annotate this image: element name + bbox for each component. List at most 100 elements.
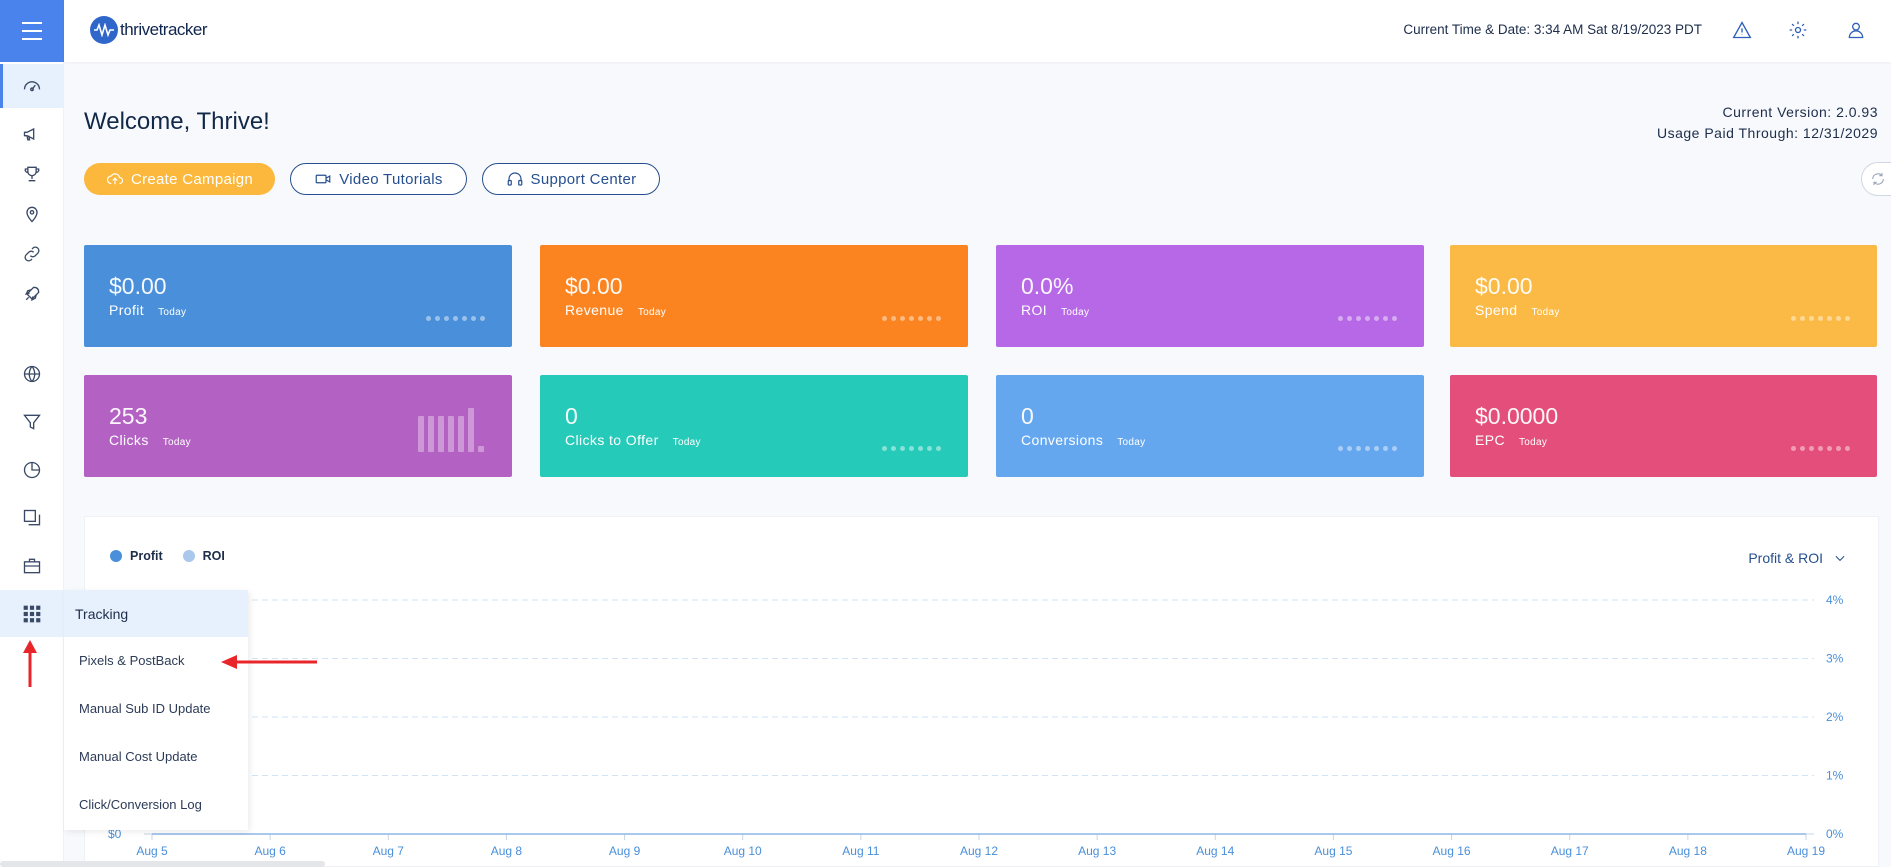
stat-period: Today (1519, 437, 1548, 448)
x-tick-label: Aug 16 (1433, 844, 1471, 858)
sidebar-item-reports[interactable] (0, 448, 64, 492)
logo-text: thrivetracker (120, 20, 208, 39)
logo-waveform-icon (90, 16, 118, 44)
x-tick-label: Aug 9 (609, 844, 641, 858)
stat-card-roi: 0.0% ROI Today (996, 245, 1424, 347)
stat-label: Spend Today (1475, 302, 1560, 318)
sidebar-item-links[interactable] (0, 232, 64, 276)
sparkline-dots (882, 316, 941, 321)
stat-value: 253 (109, 403, 148, 429)
support-center-button[interactable]: Support Center (482, 163, 660, 195)
stat-card-profit: $0.00 Profit Today (84, 245, 512, 347)
menu-item-manual-cost-update[interactable]: Manual Cost Update (79, 749, 198, 764)
stat-card-clicks-to-offer: 0 Clicks to Offer Today (540, 375, 968, 477)
stat-card-epc: $0.0000 EPC Today (1450, 375, 1877, 477)
profit-roi-chart: 4%3%2%1%0%$0Aug 5 Aug 6 Aug 7 Aug 8 Aug 9 Aug… (108, 593, 1844, 858)
x-tick-label: Aug 15 (1314, 844, 1352, 858)
x-tick-label: Aug 14 (1196, 844, 1234, 858)
sparkline-dots (426, 316, 485, 321)
dashboard-icon (23, 81, 41, 92)
x-tick-label: Aug 6 (254, 844, 286, 858)
stat-label: Profit Today (109, 302, 187, 318)
refresh-icon (1872, 173, 1884, 185)
link-icon (24, 246, 40, 262)
stat-period: Today (1531, 307, 1560, 318)
sparkline-dots (1791, 316, 1850, 321)
sidebar-item-campaigns[interactable] (0, 112, 64, 156)
chart-legend: Profit ROI (110, 549, 245, 563)
logo[interactable]: thrivetracker (90, 16, 208, 44)
stat-card-clicks: 253 Clicks Today (84, 375, 512, 477)
sidebar-item-pages[interactable] (0, 496, 64, 540)
x-tick-label: Aug 7 (373, 844, 405, 858)
sidebar-item-offers[interactable] (0, 152, 64, 196)
stat-value: 0.0% (1021, 273, 1074, 299)
gear-icon (1789, 21, 1807, 39)
stat-period: Today (158, 307, 187, 318)
alert-icon (1732, 21, 1752, 39)
pie-chart-icon (23, 461, 41, 479)
location-pin-icon (26, 206, 38, 223)
x-tick-label: Aug 11 (842, 844, 879, 858)
briefcase-icon (23, 558, 41, 574)
stat-value: $0.00 (1475, 273, 1533, 299)
sparkline-dots (1791, 446, 1850, 451)
x-tick-label: Aug 12 (960, 844, 998, 858)
menu-item-pixels-postback[interactable]: Pixels & PostBack (79, 653, 185, 668)
stat-value: 0 (565, 403, 578, 429)
megaphone-icon (23, 127, 35, 141)
stat-value: 0 (1021, 403, 1034, 429)
chart-metric-select[interactable]: Profit & ROI (1748, 550, 1847, 566)
menu-item-click-conversion-log[interactable]: Click/Conversion Log (79, 797, 202, 812)
sidebar-item-launch[interactable] (0, 272, 64, 316)
sidebar-item-funnels[interactable] (0, 400, 64, 444)
stat-period: Today (637, 307, 667, 318)
sidebar-item-affiliate-networks[interactable] (0, 544, 64, 588)
globe-icon (23, 365, 41, 383)
horizontal-scrollbar[interactable] (0, 861, 325, 867)
sidebar-item-tracking[interactable] (0, 590, 64, 637)
sidebar-item-sources[interactable] (0, 352, 64, 396)
annotation-left-arrow (221, 655, 317, 669)
usage-paid-through: Usage Paid Through: 12/31/2029 (1656, 125, 1878, 141)
menu-toggle-button[interactable] (0, 0, 64, 62)
rocket-icon (24, 286, 40, 302)
current-version: Current Version: 2.0.93 (1722, 104, 1878, 120)
stat-value: $0.00 (109, 273, 167, 299)
x-tick-label: Aug 19 (1787, 844, 1825, 858)
top-bar: thrivetracker Current Time & Date: 3:34 … (64, 0, 1891, 62)
trophy-icon (24, 166, 40, 182)
sparkline-dots (1338, 446, 1397, 451)
stat-period: Today (162, 437, 191, 448)
headset-icon (507, 172, 522, 186)
sidebar-item-landers[interactable] (0, 192, 64, 236)
stat-value: $0.00 (565, 273, 623, 299)
legend-item-profit[interactable]: Profit (110, 549, 163, 563)
version-info: Current Version: 2.0.93 Usage Paid Throu… (1657, 102, 1878, 144)
legend-dot (182, 550, 195, 562)
annotation-up-arrow (23, 640, 37, 687)
stat-card-revenue: $0.00 Revenue Today (540, 245, 968, 347)
y-right-tick-label: 0% (1826, 827, 1844, 841)
profile-button[interactable] (1846, 20, 1868, 42)
tracking-menu-title[interactable]: Tracking (64, 590, 248, 637)
legend-item-roi[interactable]: ROI (182, 549, 225, 563)
sidebar-item-dashboard[interactable] (0, 64, 64, 108)
menu-item-manual-sub-id-update[interactable]: Manual Sub ID Update (79, 701, 211, 716)
create-campaign-button[interactable]: Create Campaign (84, 163, 275, 195)
x-tick-label: Aug 5 (136, 844, 168, 858)
alerts-button[interactable] (1732, 20, 1754, 42)
funnel-icon (23, 414, 41, 430)
cloud-upload-icon (106, 173, 123, 185)
stat-label: Conversions Today (1021, 432, 1146, 448)
stat-card-conversions: 0 Conversions Today (996, 375, 1424, 477)
copy-icon (23, 509, 41, 526)
stat-period: Today (1117, 437, 1146, 448)
x-tick-label: Aug 18 (1669, 844, 1707, 858)
video-tutorials-button[interactable]: Video Tutorials (290, 163, 467, 195)
settings-button[interactable] (1788, 20, 1810, 42)
refresh-button[interactable] (1861, 162, 1891, 196)
x-tick-label: Aug 13 (1078, 844, 1116, 858)
x-tick-label: Aug 17 (1551, 844, 1589, 858)
stat-label: Revenue Today (565, 302, 667, 318)
